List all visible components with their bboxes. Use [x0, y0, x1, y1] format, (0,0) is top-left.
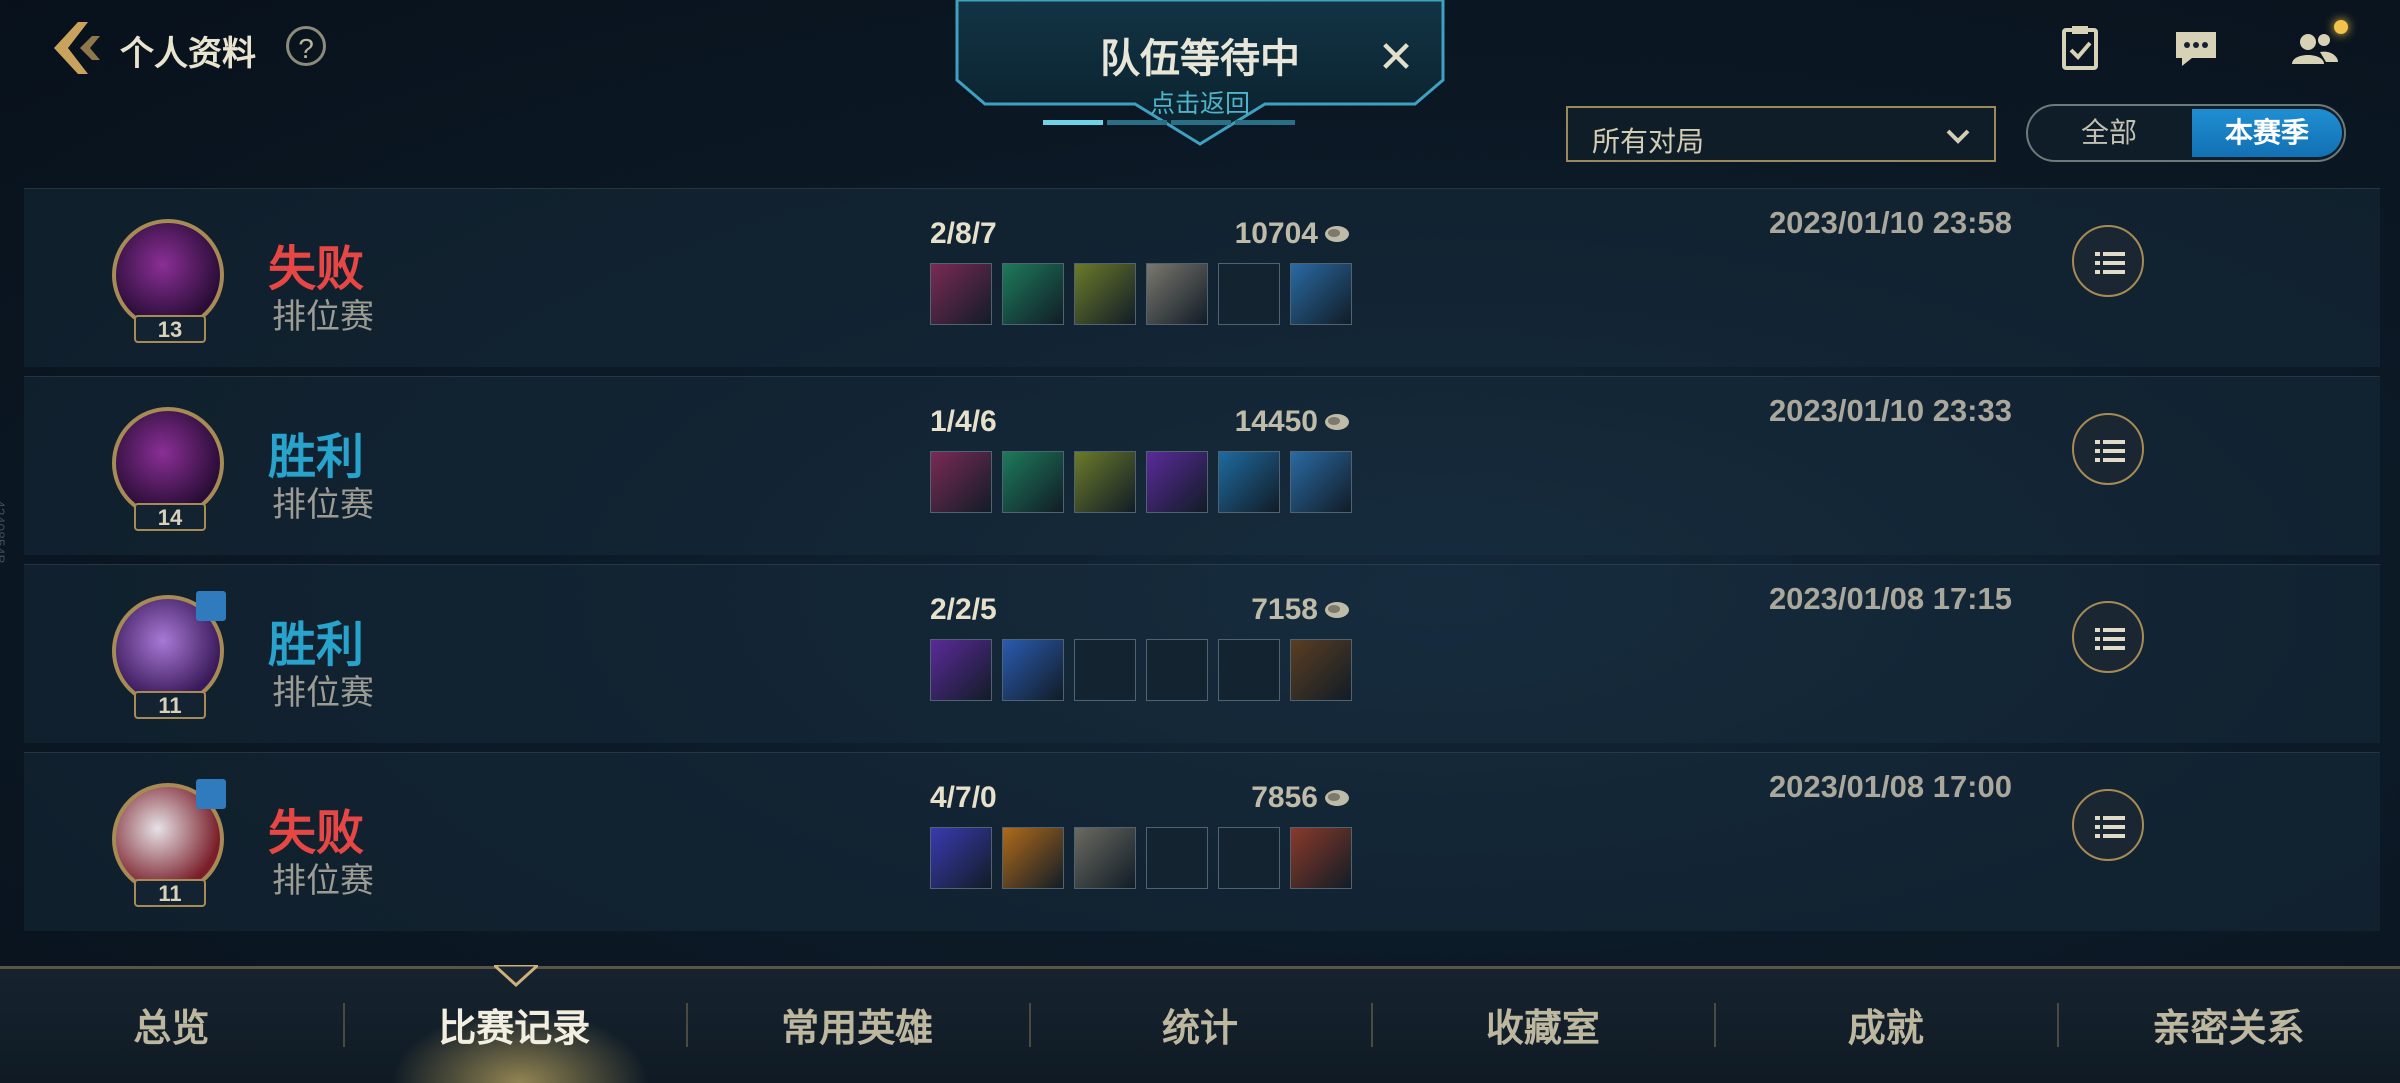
empty-item-slot[interactable] — [1146, 827, 1208, 889]
tab-item[interactable]: 统计 — [1029, 999, 1372, 1059]
tab-separator — [685, 1003, 688, 1047]
gold-coin-icon — [1325, 414, 1349, 430]
item-slot[interactable] — [1290, 639, 1352, 701]
tab-separator — [1371, 1003, 1374, 1047]
empty-item-slot[interactable] — [1218, 263, 1280, 325]
toggle-this-season[interactable]: 本赛季 — [2192, 109, 2342, 157]
match-mode: 排位赛 — [272, 862, 374, 900]
match-date: 2023/01/10 23:33 — [1768, 393, 2012, 428]
party-icon — [196, 591, 226, 621]
empty-item-slot[interactable] — [1074, 639, 1136, 701]
item-slot[interactable] — [1002, 263, 1064, 325]
gold-coin-icon — [1325, 790, 1349, 806]
help-icon[interactable]: ? — [286, 26, 326, 66]
item-slot[interactable] — [930, 451, 992, 513]
gold-amount: 10704 — [1234, 217, 1318, 250]
item-slot[interactable] — [1074, 263, 1136, 325]
chevron-down-icon — [1946, 129, 1970, 144]
match-filter-dropdown[interactable]: 所有对局 — [1566, 106, 1996, 162]
item-slot[interactable] — [1218, 451, 1280, 513]
tab-separator — [342, 1003, 345, 1047]
tab-item[interactable]: 成就 — [1714, 999, 2057, 1059]
empty-item-slot[interactable] — [1146, 639, 1208, 701]
match-detail-button[interactable] — [2072, 789, 2144, 861]
queue-title: 队伍等待中 — [1100, 37, 1300, 81]
kda: 2/2/5 — [930, 593, 997, 626]
back-arrow-icon[interactable] — [48, 18, 108, 78]
match-row[interactable]: 11 胜利 排位赛 2/2/5 7158 2023/01/08 17:15 — [24, 564, 2380, 743]
match-row[interactable]: 13 失败 排位赛 2/8/7 10704 2023/01/10 23:58 — [24, 188, 2380, 367]
item-slot[interactable] — [930, 827, 992, 889]
party-icon — [196, 779, 226, 809]
item-slot[interactable] — [1074, 451, 1136, 513]
match-date: 2023/01/08 17:15 — [1768, 581, 2012, 616]
side-id-text: 4240854B — [0, 500, 8, 564]
item-slot[interactable] — [1290, 263, 1352, 325]
match-mode: 排位赛 — [272, 298, 374, 336]
item-slot[interactable] — [1290, 451, 1352, 513]
match-row[interactable]: 14 胜利 排位赛 1/4/6 14450 2023/01/10 23:33 — [24, 376, 2380, 555]
champion-level: 13 — [134, 315, 206, 343]
tab-item[interactable]: 亲密关系 — [2057, 999, 2400, 1059]
filter-selected-value: 所有对局 — [1592, 126, 1705, 157]
item-slot[interactable] — [1002, 827, 1064, 889]
match-row[interactable]: 11 失败 排位赛 4/7/0 7856 2023/01/08 17:00 — [24, 752, 2380, 931]
tab-item[interactable]: 比赛记录 — [343, 999, 686, 1059]
list-icon — [2095, 252, 2125, 274]
match-date: 2023/01/08 17:00 — [1768, 769, 2012, 804]
tab-item[interactable]: 总览 — [0, 999, 343, 1059]
match-mode: 排位赛 — [272, 674, 374, 712]
gold-amount: 7158 — [1251, 593, 1318, 626]
champion-level: 11 — [134, 879, 206, 907]
match-detail-button[interactable] — [2072, 225, 2144, 297]
match-date: 2023/01/10 23:58 — [1768, 205, 2012, 240]
gold-coin-icon — [1325, 602, 1349, 618]
match-mode: 排位赛 — [272, 486, 374, 524]
toggle-all[interactable]: 全部 — [2028, 106, 2190, 160]
tab-separator — [2057, 1003, 2060, 1047]
gold-amount: 7856 — [1251, 781, 1318, 814]
friends-icon[interactable] — [2288, 22, 2340, 74]
item-slot[interactable] — [1146, 451, 1208, 513]
item-slot[interactable] — [1146, 263, 1208, 325]
kda: 4/7/0 — [930, 781, 997, 814]
clipboard-check-icon[interactable] — [2054, 22, 2106, 74]
gold-coin-icon — [1325, 226, 1349, 242]
item-slot[interactable] — [1074, 827, 1136, 889]
list-icon — [2095, 440, 2125, 462]
tab-separator — [1028, 1003, 1031, 1047]
champion-level: 11 — [134, 691, 206, 719]
item-slot[interactable] — [1290, 827, 1352, 889]
item-slot[interactable] — [1002, 451, 1064, 513]
empty-item-slot[interactable] — [1218, 639, 1280, 701]
champion-level: 14 — [134, 503, 206, 531]
gold-amount: 14450 — [1234, 405, 1318, 438]
tab-item[interactable]: 收藏室 — [1371, 999, 1714, 1059]
chat-icon[interactable] — [2170, 22, 2222, 74]
match-detail-button[interactable] — [2072, 413, 2144, 485]
bottom-tab-bar: 总览 比赛记录 常用英雄 统计 收藏室 成就 亲密关系 — [0, 965, 2400, 1083]
kda: 2/8/7 — [930, 217, 997, 250]
season-toggle[interactable]: 全部 本赛季 — [2026, 104, 2346, 162]
page-title: 个人资料 — [120, 35, 256, 73]
empty-item-slot[interactable] — [1218, 827, 1280, 889]
active-tab-indicator — [494, 965, 538, 987]
match-detail-button[interactable] — [2072, 601, 2144, 673]
close-icon[interactable]: ✕ — [1376, 36, 1416, 80]
list-icon — [2095, 628, 2125, 650]
item-slot[interactable] — [1002, 639, 1064, 701]
list-icon — [2095, 816, 2125, 838]
item-slot[interactable] — [930, 263, 992, 325]
tab-item[interactable]: 常用英雄 — [686, 999, 1029, 1059]
item-slot[interactable] — [930, 639, 992, 701]
notification-dot — [2334, 20, 2348, 34]
kda: 1/4/6 — [930, 405, 997, 438]
tab-separator — [1714, 1003, 1717, 1047]
queue-return-link[interactable]: 点击返回 — [955, 84, 1445, 120]
